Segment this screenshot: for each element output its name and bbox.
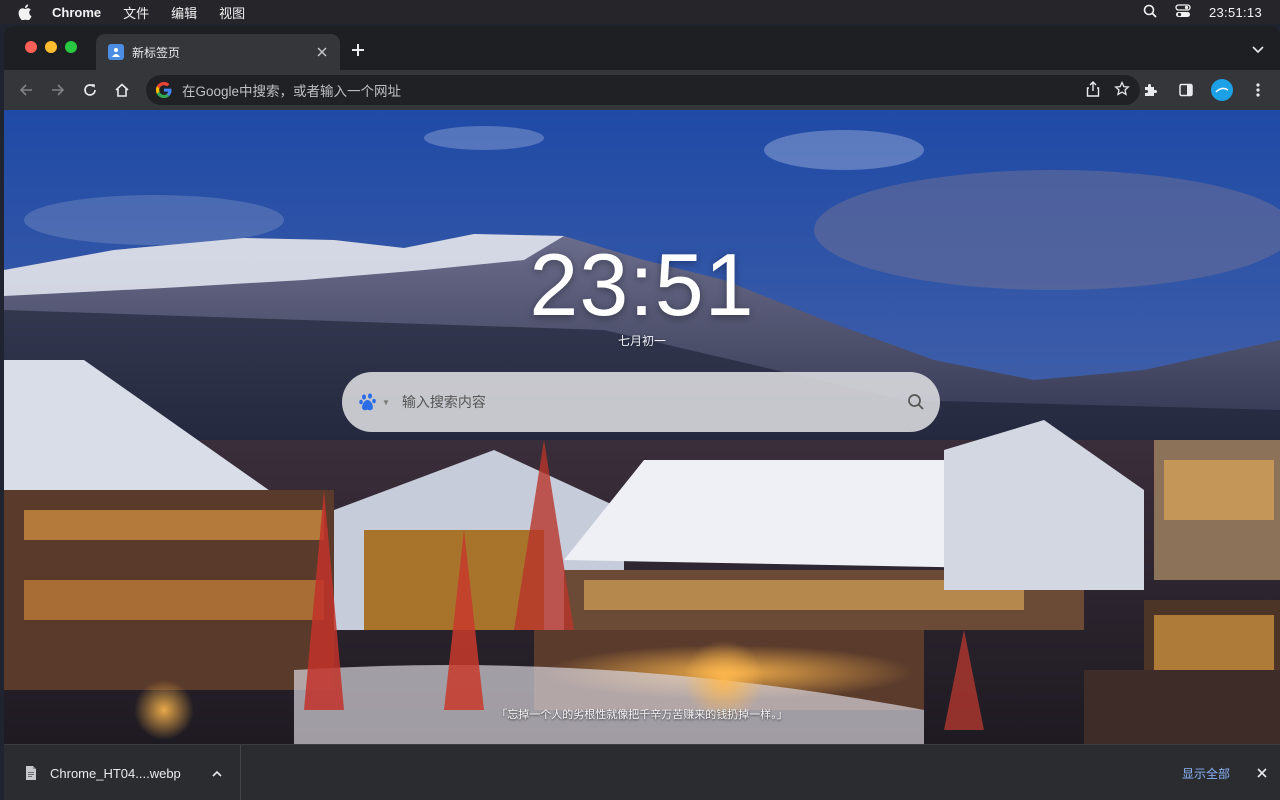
close-shelf-icon[interactable]: [1252, 763, 1272, 783]
side-panel-icon[interactable]: [1172, 76, 1200, 104]
menu-edit[interactable]: 编辑: [171, 3, 197, 22]
show-all-downloads-link[interactable]: 显示全部: [1182, 765, 1230, 782]
tab-close-icon[interactable]: [314, 44, 330, 60]
download-filename: Chrome_HT04....webp: [50, 765, 181, 781]
back-button[interactable]: [12, 76, 40, 104]
close-window-button[interactable]: [25, 41, 37, 53]
chevron-up-icon[interactable]: [210, 766, 224, 780]
tab-search-chevron-icon[interactable]: [1248, 40, 1268, 60]
control-center-icon[interactable]: [1175, 3, 1191, 21]
chrome-window: 新标签页 在Google中搜索，或者输入一个网址 23:51 七月初一 ▼ 输入…: [4, 26, 1280, 800]
avatar-icon: [1211, 79, 1233, 101]
menubar-clock[interactable]: 23:51:13: [1209, 5, 1262, 20]
spotlight-search-icon[interactable]: [1143, 4, 1157, 21]
menu-file[interactable]: 文件: [123, 3, 149, 22]
fullscreen-window-button[interactable]: [65, 41, 77, 53]
bookmark-star-icon[interactable]: [1114, 80, 1130, 100]
google-icon: [155, 81, 173, 99]
new-tab-favicon-icon: [108, 44, 124, 60]
extensions-puzzle-icon[interactable]: [1136, 76, 1164, 104]
menu-app-name[interactable]: Chrome: [52, 5, 101, 20]
menu-view[interactable]: 视图: [219, 3, 245, 22]
minimize-window-button[interactable]: [45, 41, 57, 53]
home-button[interactable]: [108, 76, 136, 104]
baidu-paw-icon[interactable]: [358, 392, 378, 412]
tab-strip: 新标签页: [4, 26, 1280, 70]
lunar-date: 七月初一: [617, 334, 666, 348]
chrome-menu-kebab-icon[interactable]: [1244, 76, 1272, 104]
search-placeholder: 输入搜索内容: [401, 394, 486, 410]
tab-title: 新标签页: [132, 45, 181, 60]
share-icon[interactable]: [1086, 80, 1100, 100]
apple-icon[interactable]: [18, 4, 32, 20]
browser-toolbar: 在Google中搜索，或者输入一个网址: [4, 70, 1280, 110]
new-tab-button[interactable]: [348, 40, 368, 60]
download-shelf: Chrome_HT04....webp 显示全部: [4, 744, 1280, 800]
new-tab-page: 23:51 七月初一 ▼ 输入搜索内容 「忘掉一个人的劣根性就像把千辛万苦赚来的…: [4, 110, 1280, 744]
address-bar[interactable]: 在Google中搜索，或者输入一个网址: [146, 75, 1140, 105]
window-controls: [25, 41, 77, 53]
download-item[interactable]: Chrome_HT04....webp: [4, 745, 241, 800]
profile-avatar[interactable]: [1208, 76, 1236, 104]
macos-menu-bar: Chrome 文件 编辑 视图 23:51:13: [0, 0, 1280, 24]
tab-new-tab[interactable]: 新标签页: [96, 34, 340, 70]
daily-quote: 「忘掉一个人的劣根性就像把千辛万苦赚来的钱扔掉一样。」: [496, 709, 788, 721]
engine-dropdown-caret-icon[interactable]: ▼: [382, 398, 390, 407]
web-search-box[interactable]: ▼ 输入搜索内容: [342, 372, 940, 432]
new-tab-clock: 23:51: [529, 235, 755, 334]
reload-button[interactable]: [76, 76, 104, 104]
forward-button[interactable]: [44, 76, 72, 104]
search-icon[interactable]: [906, 392, 926, 412]
file-icon: [24, 765, 38, 781]
omnibox-placeholder: 在Google中搜索，或者输入一个网址: [182, 84, 402, 99]
